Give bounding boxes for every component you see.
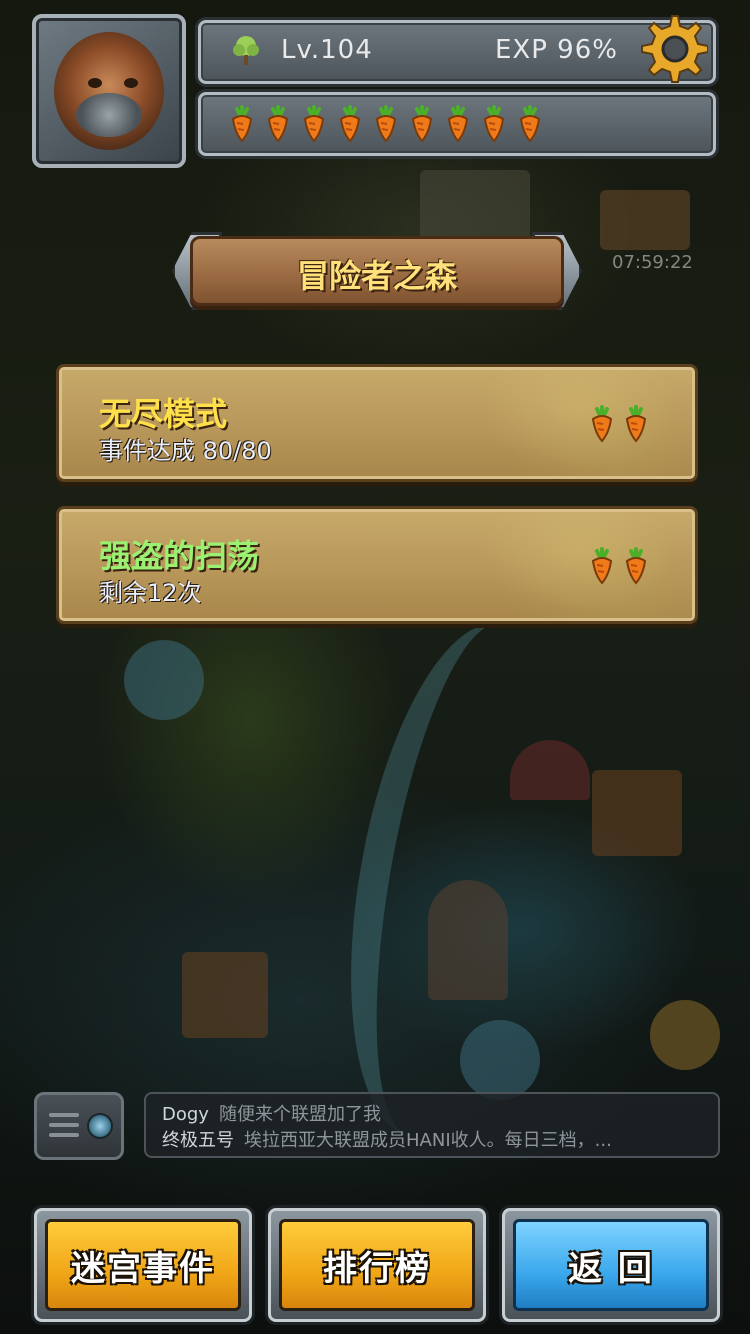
chat-line: 终极五号 埃拉西亚大联盟成员HANI收人。每日三档，...: [162, 1126, 702, 1152]
carrot-icon: [263, 103, 293, 143]
bandit-sweep-remaining: 剩余12次: [99, 579, 202, 607]
radio-knob: [87, 1113, 113, 1139]
chat-radio-icon[interactable]: [34, 1092, 124, 1160]
stamina-carrots: [227, 103, 545, 143]
maze-event-button-face: 迷宫事件: [45, 1219, 241, 1311]
carrot-icon: [587, 545, 617, 585]
avatar-gas-mask: [76, 93, 142, 137]
chat-sender: Dogy: [162, 1104, 209, 1125]
chat-message: 随便来个联盟加了我: [218, 1104, 381, 1125]
maze-event-label: 迷宫事件: [71, 1248, 215, 1289]
player-level: Lv.104: [281, 35, 373, 65]
carrot-icon: [443, 103, 473, 143]
back-label: 返 回: [568, 1248, 654, 1289]
endless-mode-cost: [587, 403, 651, 443]
map-character-blue: [124, 640, 204, 720]
chat-line: Dogy 随便来个联盟加了我: [162, 1100, 702, 1126]
radio-grill: [49, 1123, 79, 1127]
leaderboard-button[interactable]: 排行榜: [268, 1208, 486, 1322]
endless-mode-title: 无尽模式: [99, 395, 228, 433]
map-character-yellow: [650, 1000, 720, 1070]
stage-title-banner: 冒险者之森: [190, 236, 564, 306]
back-button[interactable]: 返 回: [502, 1208, 720, 1322]
carrot-icon: [479, 103, 509, 143]
carrot-icon: [621, 403, 651, 443]
chat-box[interactable]: Dogy 随便来个联盟加了我 终极五号 埃拉西亚大联盟成员HANI收人。每日三档，.…: [144, 1092, 720, 1158]
tree-icon: [233, 36, 259, 65]
player-avatar[interactable]: [32, 14, 186, 168]
leaderboard-button-face: 排行榜: [279, 1219, 475, 1311]
radio-grill: [49, 1133, 79, 1137]
carrot-icon: [587, 403, 617, 443]
map-river: [316, 607, 594, 1153]
back-button-face: 返 回: [513, 1219, 709, 1311]
map-character-pirate: [460, 1020, 540, 1100]
carrot-icon: [515, 103, 545, 143]
endless-mode-progress: 事件达成 80/80: [99, 437, 272, 465]
leaderboard-label: 排行榜: [323, 1248, 431, 1289]
map-quest-board: [592, 770, 682, 856]
carrot-icon: [299, 103, 329, 143]
radio-grill: [49, 1113, 79, 1117]
carrot-icon: [227, 103, 257, 143]
bandit-sweep-cost: [587, 545, 651, 585]
map-timer: 07:59:22: [612, 252, 693, 273]
bandit-sweep-title: 强盗的扫荡: [99, 537, 260, 575]
map-mail-board: [182, 952, 268, 1038]
endless-mode-card[interactable]: 无尽模式 事件达成 80/80: [56, 364, 698, 482]
stamina-bar: [198, 92, 716, 156]
carrot-icon: [371, 103, 401, 143]
maze-event-button[interactable]: 迷宫事件: [34, 1208, 252, 1322]
map-treasure-chest: [600, 190, 690, 250]
chat-sender: 终极五号: [162, 1130, 234, 1151]
carrot-icon: [335, 103, 365, 143]
stage-title: 冒险者之森: [296, 257, 457, 295]
bandit-sweep-card[interactable]: 强盗的扫荡 剩余12次: [56, 506, 698, 624]
exp-percent: EXP 96%: [495, 35, 618, 65]
chat-message: 埃拉西亚大联盟成员HANI收人。每日三档，...: [244, 1130, 612, 1151]
avatar-eye-right: [124, 78, 138, 88]
avatar-eye-left: [88, 78, 102, 88]
carrot-icon: [621, 545, 651, 585]
map-tower: [428, 880, 508, 1000]
carrot-icon: [407, 103, 437, 143]
settings-gear-icon[interactable]: [636, 12, 708, 84]
